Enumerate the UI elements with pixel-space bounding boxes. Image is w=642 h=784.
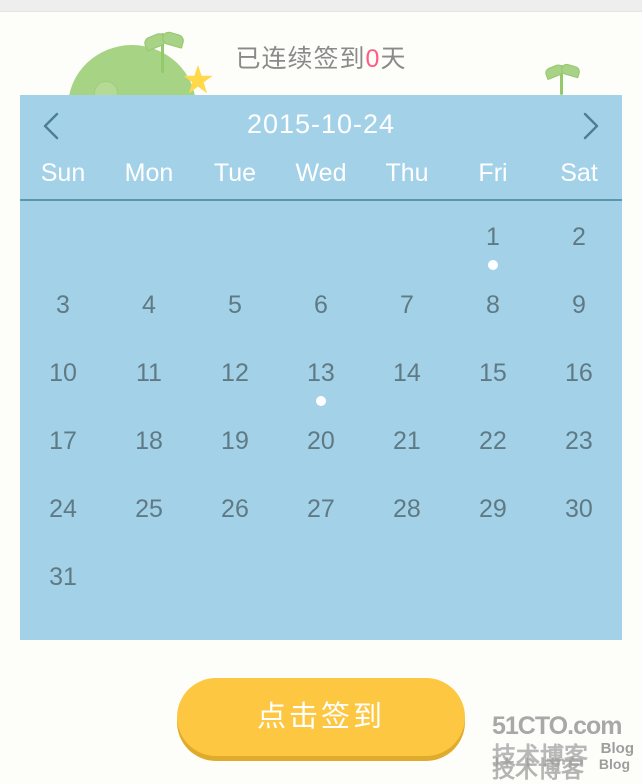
calendar-day-cell[interactable]: 29	[450, 483, 536, 551]
calendar-day-number: 30	[564, 495, 593, 523]
calendar-day-number: 22	[479, 427, 507, 455]
calendar-day-number: 2	[571, 223, 586, 251]
calendar-day-cell[interactable]: 22	[450, 415, 536, 483]
calendar-day-cell[interactable]: 8	[450, 279, 536, 347]
calendar-day-number: 18	[135, 427, 163, 455]
calendar-day-cell[interactable]: 25	[106, 483, 192, 551]
calendar-day-number: 24	[49, 495, 77, 523]
calendar-day-number: 11	[136, 359, 162, 387]
chevron-right-icon[interactable]	[573, 109, 607, 143]
calendar-day-number: 25	[135, 495, 163, 523]
calendar-day-number: 3	[56, 291, 70, 319]
weekday-label-fri: Fri	[478, 159, 508, 187]
calendar-day-number: 21	[393, 427, 421, 455]
calendar-day-cell[interactable]: 11	[106, 347, 192, 415]
calendar-day-number: 20	[307, 427, 335, 455]
calendar-day-cell[interactable]: 31	[20, 551, 106, 619]
calendar-day-cell[interactable]: 27	[278, 483, 364, 551]
calendar-day-number: 26	[221, 495, 249, 523]
calendar-day-cell[interactable]: 1	[450, 211, 536, 279]
signin-button[interactable]: 点击签到	[177, 678, 465, 756]
calendar-day-cell[interactable]: 7	[364, 279, 450, 347]
calendar-day-cell[interactable]: 21	[364, 415, 450, 483]
calendar-day-number: 12	[221, 359, 249, 387]
calendar-day-cell[interactable]: 3	[20, 279, 106, 347]
weekday-label-sun: Sun	[40, 159, 86, 187]
calendar-day-number: 23	[564, 427, 593, 455]
calendar-day-cell[interactable]: 13	[278, 347, 364, 415]
calendar-day-number: 27	[307, 495, 335, 523]
calendar-day-number: 17	[49, 427, 77, 455]
calendar-day-empty	[20, 211, 106, 279]
calendar-day-cell[interactable]: 15	[450, 347, 536, 415]
signin-button-container: 点击签到	[0, 678, 642, 756]
calendar-day-cell[interactable]: 4	[106, 279, 192, 347]
calendar-day-number: 15	[479, 359, 507, 387]
calendar-day-cell[interactable]: 19	[192, 415, 278, 483]
calendar-header: 2015-10-24	[20, 95, 622, 153]
calendar-day-number: 1	[485, 223, 500, 251]
calendar-title: 2015-10-24	[246, 109, 396, 139]
calendar-day-cell[interactable]: 6	[278, 279, 364, 347]
calendar-day-cell[interactable]: 26	[192, 483, 278, 551]
calendar-day-cell[interactable]: 28	[364, 483, 450, 551]
calendar-panel: 2015-10-24 Sun Mon Tue Wed Thu Fri Sat 1…	[20, 95, 622, 640]
hero-header: 已连续签到0天	[0, 11, 642, 95]
calendar-day-empty	[192, 211, 278, 279]
calendar-day-number: 9	[571, 291, 586, 319]
calendar-day-cell[interactable]: 30	[536, 483, 622, 551]
calendar-day-empty	[278, 211, 364, 279]
calendar-day-cell[interactable]: 20	[278, 415, 364, 483]
calendar-day-number: 13	[307, 359, 335, 387]
calendar-day-number: 7	[399, 291, 414, 319]
streak-count: 0	[365, 45, 381, 73]
calendar-day-cell[interactable]: 17	[20, 415, 106, 483]
calendar-day-number: 28	[393, 495, 421, 523]
calendar-day-cell[interactable]: 18	[106, 415, 192, 483]
calendar-day-cell[interactable]: 16	[536, 347, 622, 415]
calendar-day-empty	[364, 211, 450, 279]
calendar-day-cell[interactable]: 2	[536, 211, 622, 279]
watermark-blog-secondary: Blog	[598, 756, 630, 772]
calendar-day-marker-dot	[315, 396, 326, 406]
calendar-day-number: 29	[479, 495, 507, 523]
calendar-day-number: 6	[313, 291, 328, 319]
weekday-label-wed: Wed	[295, 159, 347, 187]
calendar-day-cell[interactable]: 9	[536, 279, 622, 347]
calendar-day-number: 4	[142, 291, 156, 319]
weekday-label-mon: Mon	[124, 159, 174, 187]
calendar-day-number: 16	[564, 359, 593, 387]
calendar-day-marker-dot	[487, 260, 498, 270]
weekday-label-tue: Tue	[213, 159, 257, 187]
calendar-day-empty	[106, 211, 192, 279]
streak-status-text: 已连续签到0天	[0, 39, 642, 75]
calendar-day-cell[interactable]: 10	[20, 347, 106, 415]
weekday-label-sat: Sat	[560, 159, 598, 187]
calendar-day-number: 31	[49, 563, 77, 591]
calendar-day-cell[interactable]: 24	[20, 483, 106, 551]
calendar-day-number: 8	[485, 291, 500, 319]
calendar-day-cell[interactable]: 23	[536, 415, 622, 483]
calendar-day-number: 14	[393, 359, 421, 387]
weekday-label-thu: Thu	[385, 159, 429, 187]
calendar-day-grid: 1 2 3 4 5 6 7 8 9 10 11 12 13 14 15 16 17 18 19 20 21 22 23 24 2…	[20, 201, 622, 619]
calendar-day-number: 5	[228, 291, 242, 319]
calendar-day-cell[interactable]: 12	[192, 347, 278, 415]
weekday-header-row: Sun Mon Tue Wed Thu Fri Sat	[20, 153, 622, 201]
calendar-day-cell[interactable]: 5	[192, 279, 278, 347]
calendar-day-number: 10	[49, 359, 77, 387]
calendar-day-cell[interactable]: 14	[364, 347, 450, 415]
streak-prefix: 已连续签到	[235, 45, 366, 73]
calendar-day-number: 19	[221, 427, 249, 455]
streak-suffix: 天	[380, 45, 407, 73]
